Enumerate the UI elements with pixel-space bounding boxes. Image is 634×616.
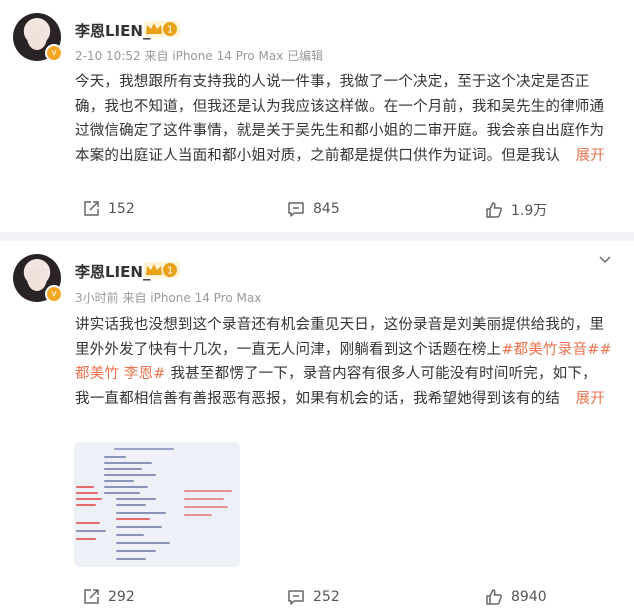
repost-count: 292: [108, 589, 135, 605]
avatar[interactable]: v: [13, 13, 63, 62]
crown-level: 1: [167, 266, 173, 277]
post-card-1: v 李恩LIEN_ 1 2-10 10:52 来自 iPhone 14 Pro …: [0, 0, 634, 232]
repost-icon: [84, 589, 99, 604]
avatar-face: [27, 24, 47, 50]
content-line: 今天，我想跟所有支持我的人说一件事，我做了一个决定，至于这个决定是否正: [75, 74, 590, 90]
repost-button[interactable]: 292: [82, 588, 135, 606]
attached-image-thumbnail[interactable]: [74, 442, 240, 567]
expand-link[interactable]: 展开: [576, 387, 605, 412]
hashtag-link[interactable]: #都美竹录音##: [501, 342, 612, 358]
avatar[interactable]: v: [13, 254, 63, 303]
like-count: 1.9万: [511, 203, 548, 219]
repost-count: 152: [108, 201, 135, 217]
author-name[interactable]: 李恩LIEN_: [75, 261, 150, 282]
comment-count: 252: [313, 589, 340, 605]
post-meta: 2-10 10:52 来自 iPhone 14 Pro Max 已编辑: [75, 49, 324, 63]
comment-count: 845: [313, 201, 340, 217]
content-line: 本案的出庭证人当面和都小姐对质，之前都是提供口供作为证词。但是我认 展开: [75, 144, 613, 169]
post-content: 讲实话我也没想到这个录音还有机会重见天日，这份录音是刘美丽提供给我的，里 里外外…: [75, 313, 613, 411]
content-line: 我一直都相信善有善报恶有恶报，如果有机会的话，我希望她得到该有的结 展开: [75, 387, 613, 412]
comment-button[interactable]: 845: [287, 200, 340, 218]
like-icon: [486, 589, 502, 605]
like-button[interactable]: 1.9万: [485, 200, 547, 220]
post-card-2: v 李恩LIEN_ 1 3小时前 来自 iPhone 14 Pro Max 讲实…: [0, 241, 634, 616]
like-icon: [486, 202, 502, 218]
comment-icon: [288, 202, 304, 217]
post-content: 今天，我想跟所有支持我的人说一件事，我做了一个决定，至于这个决定是否正 确，我也…: [75, 70, 613, 168]
content-line: 里外外发了快有十几次，一直无人问津，刚躺看到这个话题在榜上#都美竹录音##: [75, 341, 612, 358]
repost-button[interactable]: 152: [82, 200, 135, 218]
crown-icon[interactable]: 1: [144, 262, 180, 278]
like-button[interactable]: 8940: [485, 588, 547, 606]
avatar-face: [27, 265, 47, 291]
repost-icon: [84, 201, 99, 216]
comment-icon: [288, 590, 304, 605]
content-line: 讲实话我也没想到这个录音还有机会重见天日，这份录音是刘美丽提供给我的，里: [75, 317, 605, 333]
verified-badge-icon: v: [45, 285, 63, 303]
expand-link[interactable]: 展开: [576, 144, 605, 169]
comment-button[interactable]: 252: [287, 588, 340, 606]
post-meta: 3小时前 来自 iPhone 14 Pro Max: [75, 291, 262, 305]
author-name[interactable]: 李恩LIEN_: [75, 20, 150, 41]
crown-icon[interactable]: 1: [144, 21, 180, 37]
like-count: 8940: [511, 589, 547, 605]
verified-badge-icon: v: [45, 44, 63, 62]
crown-level: 1: [167, 25, 173, 36]
chevron-down-icon[interactable]: [598, 255, 612, 265]
content-line: 过微信确定了这件事情，就是关于吴先生和都小姐的二审开庭。我会亲自出庭作为: [75, 123, 605, 139]
content-line: 确，我也不知道，但我还是认为我应该这样做。在一个月前，我和吴先生的律师通: [75, 98, 605, 115]
hashtag-link[interactable]: 都美竹 李恩#: [75, 366, 166, 382]
content-line: 都美竹 李恩# 我甚至都愣了一下，录音内容有很多人可能没有时间听完，如下，: [75, 366, 597, 382]
